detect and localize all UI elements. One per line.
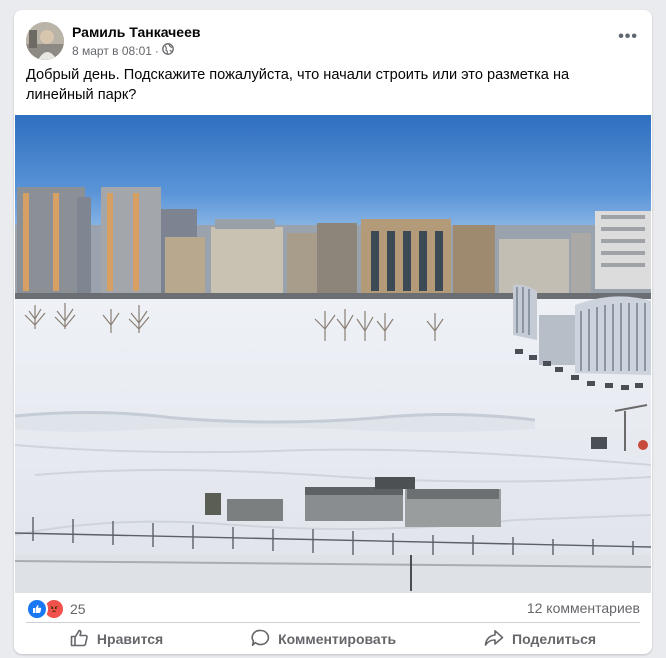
post-card: Рамиль Танкачеев 8 март в 08:01 · ••• До…: [14, 10, 652, 654]
like-reaction-icon: [26, 598, 48, 620]
reactions-count: 25: [70, 601, 86, 617]
author-avatar[interactable]: [26, 22, 64, 60]
post-text: Добрый день. Подскажите пожалуйста, что …: [26, 67, 570, 103]
share-arrow-icon: [484, 629, 504, 650]
comment-button[interactable]: Комментировать: [237, 625, 410, 654]
more-options-icon[interactable]: •••: [618, 28, 638, 46]
comment-label: Комментировать: [278, 631, 397, 647]
actions-divider: [26, 622, 640, 623]
post-meta: 8 март в 08:01 ·: [72, 43, 174, 58]
share-label: Поделиться: [512, 631, 597, 647]
post-photo[interactable]: [14, 115, 652, 593]
comment-bubble-icon: [251, 629, 270, 650]
post-date[interactable]: 8 март в 08:01: [72, 44, 152, 58]
post-actions-bar: Нравится Комментировать Поделиться: [26, 624, 640, 654]
globe-icon: [162, 43, 174, 58]
author-name[interactable]: Рамиль Танкачеев: [72, 24, 201, 40]
like-label: Нравится: [96, 631, 164, 647]
like-button[interactable]: Нравится: [56, 625, 177, 654]
post-header: Рамиль Танкачеев 8 март в 08:01 · •••: [14, 10, 652, 68]
thumbs-up-icon: [70, 629, 89, 650]
reactions-summary[interactable]: 25: [26, 598, 86, 620]
meta-separator: ·: [154, 43, 159, 58]
share-button[interactable]: Поделиться: [470, 625, 610, 654]
comments-count-link[interactable]: 12 комментариев: [527, 600, 640, 616]
